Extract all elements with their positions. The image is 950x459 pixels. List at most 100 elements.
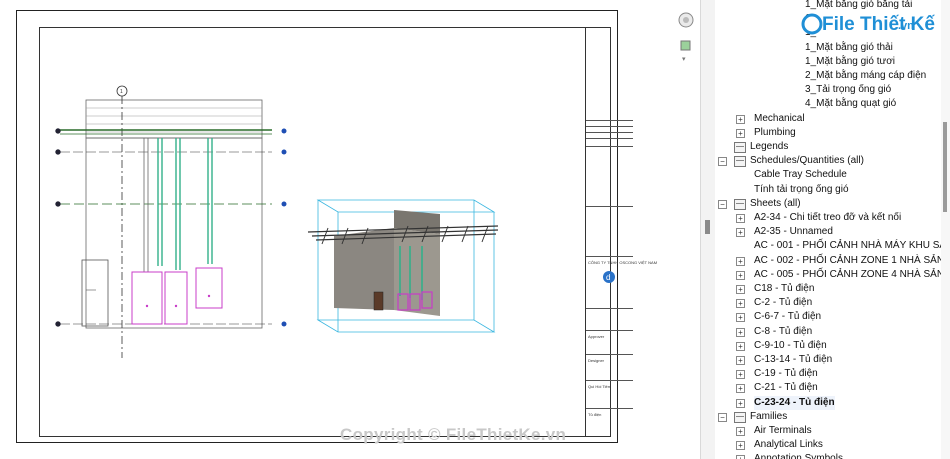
- tree-item-label: Cable Tray Schedule: [754, 169, 847, 181]
- tree-item[interactable]: + C-23-24 - Tủ điện: [715, 395, 941, 410]
- tree-item-label: C-23-24 - Tủ điện: [754, 395, 835, 410]
- tree-item[interactable]: + C-6-7 - Tủ điện: [715, 310, 941, 324]
- tree-item-label: Schedules/Quantities (all): [750, 155, 864, 167]
- tree-item-label: Legends: [750, 141, 789, 152]
- company-name: CÔNG TY TNHH OSCONG VIỆT NAM: [588, 260, 658, 265]
- category-icon: [734, 411, 746, 423]
- tree-item-label: 1_Mặt bằng gió tươi: [805, 55, 895, 67]
- tree-item[interactable]: 4_Mặt bằng quạt gió: [715, 97, 941, 111]
- tree-item-label: Air Terminals: [754, 425, 812, 436]
- tree-item[interactable]: + Plumbing: [715, 126, 941, 140]
- category-icon: [734, 156, 746, 168]
- tree-item[interactable]: Cable Tray Schedule: [715, 168, 941, 182]
- tree-item[interactable]: 2_Mặt bằng máng cáp điện: [715, 69, 941, 83]
- category-icon: [734, 142, 746, 153]
- tree-item[interactable]: + AC - 002 - PHỐI CẢNH ZONE 1 NHÀ SẢN X: [715, 254, 950, 268]
- tree-item-label: C-9-10 - Tủ điện: [754, 339, 827, 351]
- tree-item-label: Tính tải trọng ống gió: [754, 183, 849, 195]
- approver-label: Approver: [588, 334, 605, 339]
- expand-icon[interactable]: +: [736, 299, 745, 309]
- svg-text:1: 1: [120, 89, 123, 95]
- tree-item-label: AC - 005 - PHỐI CẢNH ZONE 4 NHÀ SẢN X: [754, 268, 950, 280]
- tree-item-label: C18 - Tủ điện: [754, 283, 815, 294]
- tree-item-label: C-13-14 - Tủ điện: [754, 354, 833, 365]
- expand-icon[interactable]: +: [736, 214, 745, 223]
- tree-item-label: Analytical Links: [754, 439, 823, 451]
- browser-scrollbar[interactable]: [941, 0, 950, 459]
- company-logo-icon: d: [603, 271, 615, 283]
- expand-icon[interactable]: +: [736, 313, 745, 323]
- collapse-icon[interactable]: −: [718, 199, 727, 209]
- expand-icon[interactable]: +: [736, 455, 745, 459]
- tree-item-label: Mechanical: [754, 112, 805, 124]
- expand-icon[interactable]: +: [736, 128, 745, 138]
- tree-item-label: C-2 - Tủ điện: [754, 297, 813, 309]
- copyright-watermark: Copyright © FileThietKe.vn: [340, 425, 567, 444]
- tree-item-label: Plumbing: [754, 126, 796, 138]
- tree-item[interactable]: − Sheets (all): [715, 197, 941, 211]
- expand-icon[interactable]: +: [736, 341, 745, 351]
- tree-item[interactable]: + C-19 - Tủ điện: [715, 367, 941, 381]
- collapse-icon[interactable]: −: [718, 157, 727, 167]
- zoom-icon[interactable]: [675, 38, 697, 54]
- expand-icon[interactable]: +: [736, 370, 745, 380]
- tree-item[interactable]: + C-21 - Tủ điện: [715, 381, 941, 395]
- tree-item[interactable]: 1_Mặt bằng gió thải: [715, 41, 941, 55]
- tree-item-label: C-19 - Tủ điện: [754, 368, 818, 380]
- tree-item[interactable]: 1_Mặt bằng gió tươi: [715, 55, 941, 69]
- drawing-name: Qui Hồi Tiêm: [588, 384, 612, 389]
- tree-item-label: Annotation Symbols: [754, 453, 843, 459]
- tree-item[interactable]: AC - 001 - PHỐI CẢNH NHÀ MÁY KHU SẢN: [715, 239, 950, 253]
- tree-item[interactable]: + A2-34 - Chi tiết treo đỡ và kết nối: [715, 211, 941, 225]
- nav-dropdown-icon[interactable]: ▾: [682, 55, 686, 63]
- canvas-scrollbar[interactable]: [700, 0, 716, 459]
- expand-icon[interactable]: +: [736, 441, 745, 451]
- tree-item-label: 3_Tải trọng ống gió: [805, 84, 892, 96]
- expand-icon[interactable]: +: [736, 427, 745, 436]
- logo-text: File Thiết Kế: [822, 14, 935, 35]
- tree-item[interactable]: + C-9-10 - Tủ điện: [715, 339, 941, 353]
- tree-item[interactable]: + C-2 - Tủ điện: [715, 296, 941, 310]
- tree-item[interactable]: − Schedules/Quantities (all): [715, 154, 941, 168]
- expand-icon[interactable]: +: [736, 384, 745, 394]
- tree-item-label: Sheets (all): [750, 197, 801, 209]
- tree-item[interactable]: + C-13-14 - Tủ điện: [715, 353, 941, 367]
- tree-item-label: C-21 - Tủ điện: [754, 382, 818, 394]
- tree-item[interactable]: + Annotation Symbols: [715, 452, 941, 459]
- tree-item[interactable]: 3_Tải trọng ống gió: [715, 83, 941, 97]
- tree-item[interactable]: + Analytical Links: [715, 438, 941, 452]
- tree-item[interactable]: + Mechanical: [715, 112, 941, 126]
- tree-item-label: 1_Mặt bằng gió thải: [805, 41, 893, 53]
- 3d-view[interactable]: [298, 188, 498, 343]
- tree-item[interactable]: + A2-35 - Unnamed: [715, 225, 941, 239]
- expand-icon[interactable]: +: [736, 398, 745, 408]
- tree-item-label: C-6-7 - Tủ điện: [754, 311, 822, 323]
- category-icon: [734, 198, 746, 210]
- expand-icon[interactable]: +: [736, 327, 745, 337]
- expand-icon[interactable]: +: [736, 256, 745, 266]
- expand-icon[interactable]: +: [736, 114, 745, 124]
- tree-item-label: A2-34 - Chi tiết treo đỡ và kết nối: [754, 212, 902, 223]
- tree-item[interactable]: + C18 - Tủ điện: [715, 282, 941, 296]
- tree-item[interactable]: + AC - 005 - PHỐI CẢNH ZONE 4 NHÀ SẢN X: [715, 268, 950, 282]
- sheet-border: 1 CÔNG TY TNHH OSCONG VIỆT NAM d Approve…: [16, 10, 657, 443]
- steering-wheel-icon[interactable]: [675, 10, 697, 30]
- tree-item[interactable]: + C-8 - Tủ điện: [715, 325, 941, 339]
- collapse-icon[interactable]: −: [718, 412, 727, 422]
- tree-item[interactable]: Legends: [715, 140, 941, 154]
- tree-item[interactable]: − Families: [715, 410, 941, 424]
- expand-icon[interactable]: +: [736, 356, 745, 365]
- logo-gear-icon: [801, 13, 823, 35]
- expand-icon[interactable]: +: [736, 228, 745, 238]
- expand-icon[interactable]: +: [736, 270, 745, 280]
- tree-item-label: AC - 001 - PHỐI CẢNH NHÀ MÁY KHU SẢN: [754, 240, 950, 252]
- tree-item[interactable]: Tính tải trọng ống gió: [715, 183, 941, 197]
- project-browser: 1_Mặt bằng gió bằng tải1_1_1_Mặt bằng gi…: [715, 0, 950, 459]
- svg-text:d: d: [606, 273, 610, 282]
- tree-item[interactable]: + Air Terminals: [715, 424, 941, 438]
- logo-suffix: .vn: [898, 20, 914, 32]
- expand-icon[interactable]: +: [736, 285, 745, 294]
- elevation-view[interactable]: 1: [40, 28, 290, 358]
- drawing-canvas[interactable]: 1 CÔNG TY TNHH OSCONG VIỆT NAM d Approve…: [0, 0, 700, 459]
- sheet-frame: 1 CÔNG TY TNHH OSCONG VIỆT NAM d Approve…: [39, 27, 657, 437]
